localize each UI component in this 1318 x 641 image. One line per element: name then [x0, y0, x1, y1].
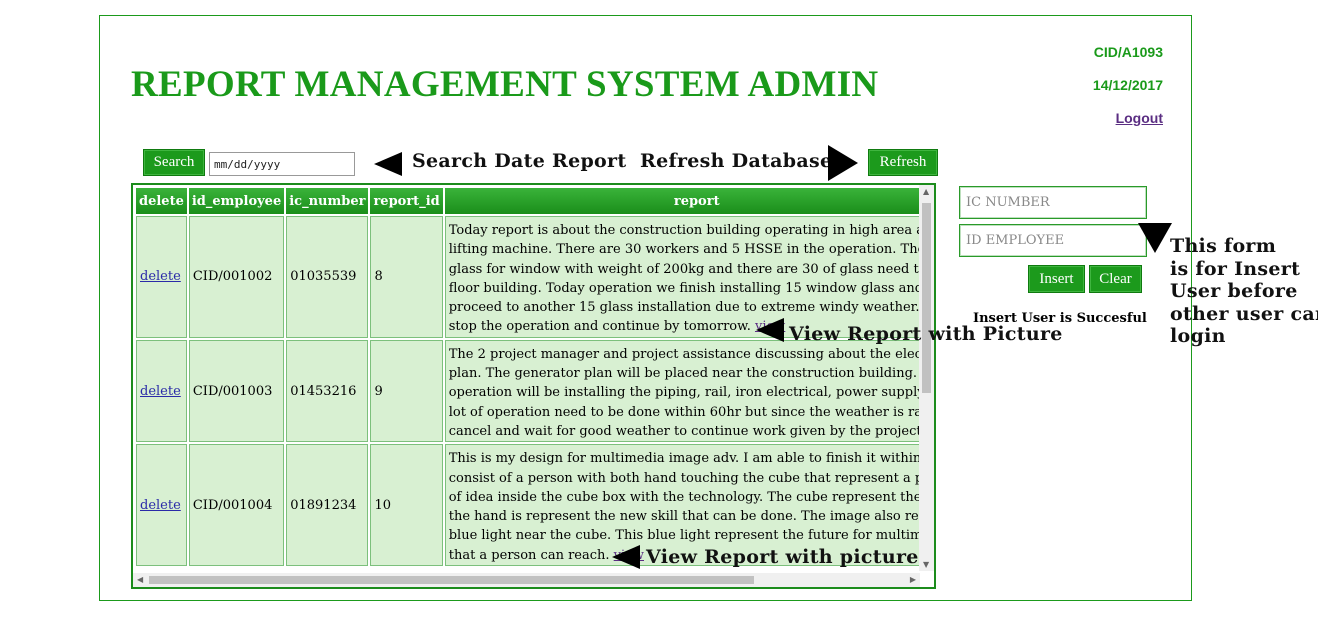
report-table-container[interactable]: delete id_employee ic_number report_id r… [131, 183, 936, 589]
refresh-button[interactable]: Refresh [868, 149, 938, 176]
vertical-scrollbar[interactable]: ▲ ▼ [919, 185, 934, 571]
report-line: blue light near the cube. This blue ligh… [448, 528, 936, 544]
report-id-cell: 8 [370, 216, 443, 338]
report-line: The 2 project manager and project assist… [448, 346, 936, 362]
annotation-form-note: This form is for Insert User before othe… [1170, 235, 1318, 348]
report-line: operation will be installing the piping,… [448, 385, 936, 401]
delete-link[interactable]: delete [140, 498, 181, 513]
ic-number-cell: 01453216 [286, 339, 369, 443]
report-line: floor building. Today operation we finis… [448, 280, 936, 296]
report-line: lot of operation need to be done within … [448, 404, 936, 420]
id-employee-cell: CID/001004 [188, 444, 285, 567]
logout-link[interactable]: Logout [1116, 110, 1163, 126]
column-header-report: report [444, 188, 934, 214]
column-header-report-id: report_id [370, 188, 443, 214]
table-row: delete CID/001002 01035539 8 Today repor… [136, 216, 936, 338]
delete-link[interactable]: delete [140, 384, 181, 399]
report-id-cell: 9 [370, 339, 443, 443]
scroll-up-arrow-icon[interactable]: ▲ [923, 187, 929, 196]
insert-button[interactable]: Insert [1028, 265, 1085, 293]
report-line: plan. The generator plan will be placed … [448, 366, 936, 382]
report-table: delete id_employee ic_number report_id r… [134, 186, 936, 568]
search-date-input[interactable]: mm/dd/yyyy [209, 152, 355, 176]
annotation-view-report-1: View Report with Picture [789, 323, 1063, 345]
table-header-row: delete id_employee ic_number report_id r… [136, 188, 934, 214]
report-cell: Today report is about the construction b… [444, 216, 936, 338]
search-button[interactable]: Search [143, 149, 205, 176]
scroll-down-arrow-icon[interactable]: ▼ [923, 560, 929, 569]
column-header-ic-number: ic_number [286, 188, 369, 214]
annotation-arrow-form [1138, 223, 1172, 253]
report-line: the hand is represent the new skill that… [448, 509, 936, 525]
report-line: of idea inside the cube box with the tec… [448, 489, 936, 505]
annotation-refresh-db: Refresh Database [640, 150, 833, 172]
report-line: This is my design for multimedia image a… [448, 451, 936, 467]
annotation-arrow-view-1 [756, 318, 784, 342]
delete-link[interactable]: delete [140, 269, 181, 284]
annotation-form-note-line: login [1170, 325, 1226, 347]
annotation-arrow-refresh [828, 145, 858, 181]
report-line: cancel and wait for good weather to cont… [448, 423, 936, 439]
column-header-id-employee: id_employee [188, 188, 285, 214]
table-row: delete CID/001003 01453216 9 The 2 proje… [136, 339, 936, 443]
delete-cell: delete [136, 216, 187, 338]
scroll-left-arrow-icon[interactable]: ◀ [137, 575, 143, 584]
report-line: Today report is about the construction b… [448, 223, 936, 238]
annotation-form-note-line: is for Insert [1170, 257, 1301, 280]
horizontal-scrollbar[interactable]: ◀ ▶ [133, 573, 920, 587]
annotation-arrow-view-2 [612, 545, 640, 569]
annotation-search-date: Search Date Report [412, 150, 627, 172]
report-line: lifting machine. There are 30 workers an… [448, 242, 936, 258]
report-line: glass for window with weight of 200kg an… [448, 261, 936, 277]
horizontal-scroll-thumb[interactable] [149, 576, 754, 584]
annotation-view-report-2: View Report with picture [646, 546, 919, 568]
vertical-scroll-thumb[interactable] [922, 203, 931, 393]
user-id-label: CID/A1093 [1093, 44, 1163, 60]
delete-cell: delete [136, 444, 187, 567]
column-header-delete: delete [136, 188, 187, 214]
insert-status-message: Insert User is Succesful [973, 311, 1147, 326]
date-label: 14/12/2017 [1092, 77, 1163, 93]
ic-number-cell: 01891234 [286, 444, 369, 567]
report-line: proceed to another 15 glass installation… [448, 300, 936, 316]
report-line: consist of a person with both hand touch… [448, 470, 936, 486]
annotation-form-note-line: other user can [1170, 302, 1318, 325]
scroll-right-arrow-icon[interactable]: ▶ [910, 575, 916, 584]
clear-button[interactable]: Clear [1089, 265, 1142, 293]
id-employee-input[interactable]: ID EMPLOYEE [959, 224, 1147, 257]
id-employee-cell: CID/001002 [188, 216, 285, 338]
report-id-cell: 10 [370, 444, 443, 567]
annotation-form-note-line: This form [1170, 235, 1277, 257]
annotation-arrow-search [374, 152, 402, 176]
id-employee-cell: CID/001003 [188, 339, 285, 443]
report-line: that a person can reach. [448, 547, 610, 563]
ic-number-cell: 01035539 [286, 216, 369, 338]
ic-number-input[interactable]: IC NUMBER [959, 186, 1147, 219]
report-cell: The 2 project manager and project assist… [444, 339, 936, 443]
report-line: stop the operation and continue by tomor… [448, 319, 751, 335]
page-title: REPORT MANAGEMENT SYSTEM ADMIN [131, 64, 879, 105]
delete-cell: delete [136, 339, 187, 443]
annotation-form-note-line: User before [1170, 280, 1298, 302]
